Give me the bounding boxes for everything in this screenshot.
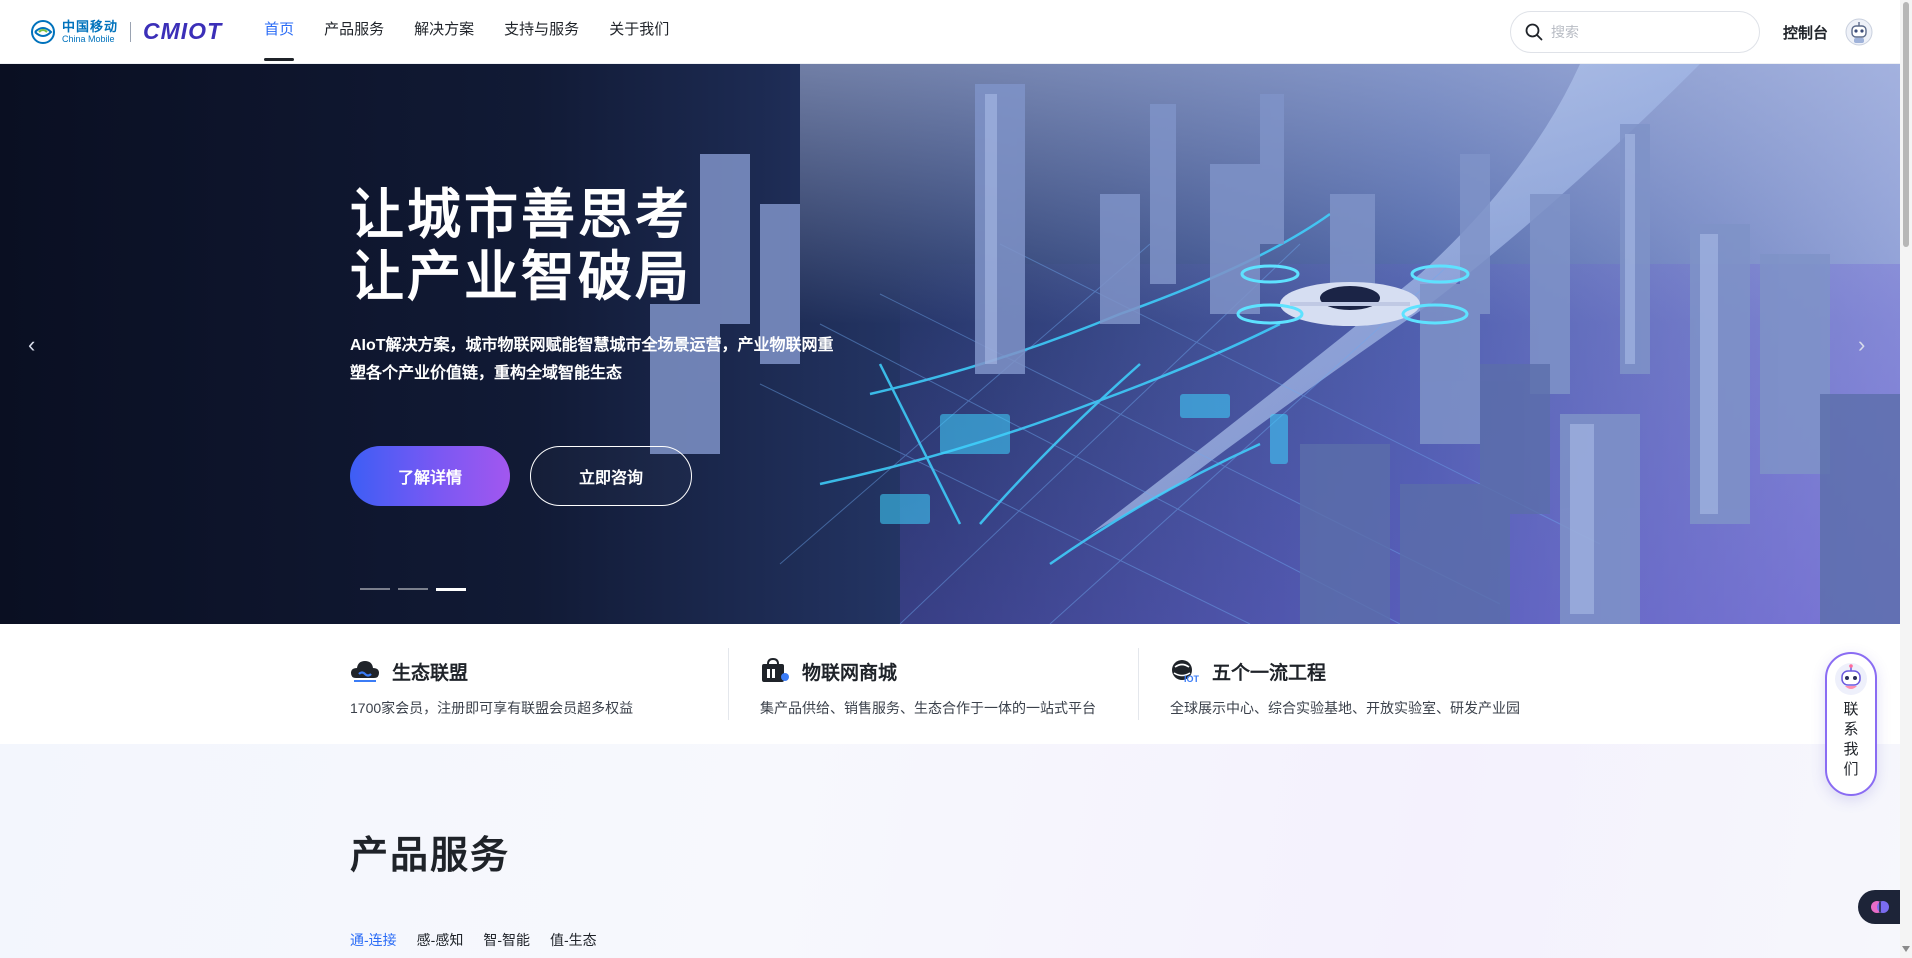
product-services-section: 产品服务 通-连接 感-感知 智-智能 值-生态 [0,744,1900,958]
brand-en: China Mobile [62,33,115,44]
product-tabs: 通-连接 感-感知 智-智能 值-生态 [350,930,617,950]
carousel-next-icon[interactable]: › [1858,332,1865,358]
search-box[interactable] [1510,11,1760,53]
scroll-down-icon[interactable] [1902,946,1910,954]
svg-text:IOT: IOT [1184,674,1200,684]
feature-ecosystem[interactable]: 生态联盟 1700家会员，注册即可享有联盟会员超多权益 [350,656,633,718]
top-header: 中国移动 China Mobile CMIOT 首页 产品服务 解决方案 支持与… [0,0,1900,64]
console-link[interactable]: 控制台 [1783,22,1828,43]
feature-desc: 全球展示中心、综合实验基地、开放实验室、研发产业园 [1170,700,1520,716]
shopping-bag-icon [762,658,789,682]
contact-us-label: 联系我们 [1843,701,1859,778]
feature-five-projects[interactable]: IOT 五个一流工程 全球展示中心、综合实验基地、开放实验室、研发产业园 [1170,656,1520,718]
divider [728,648,729,720]
china-mobile-wordmark: 中国移动 China Mobile [62,20,118,44]
banner-description: AIoT解决方案，城市物联网赋能智慧城市全场景运营，产业物联网重塑各个产业价值链… [350,337,834,382]
main-nav: 首页 产品服务 解决方案 支持与服务 关于我们 [264,0,699,64]
hero-banner: 让城市善思考 让产业智破局 AIoT解决方案，城市物联网赋能智慧城市全场景运营，… [0,64,1900,624]
tab-ecosystem[interactable]: 值-生态 [550,930,597,950]
ai-assistant-button[interactable] [1858,890,1902,924]
smart-city-illustration [0,64,1900,624]
scrollbar-thumb[interactable] [1903,2,1909,247]
cmiot-logo: CMIOT [143,18,223,44]
feature-strip: 生态联盟 1700家会员，注册即可享有联盟会员超多权益 物联网商城 集产品供给、… [0,624,1900,744]
carousel-indicators [360,588,474,591]
nav-support[interactable]: 支持与服务 [504,0,579,64]
tab-intelligence[interactable]: 智-智能 [483,930,530,950]
search-icon [1525,23,1543,41]
carousel-prev-icon[interactable]: ‹ [28,332,35,358]
nav-products[interactable]: 产品服务 [324,0,384,64]
feature-title: 生态联盟 [392,662,469,684]
page: 中国移动 China Mobile CMIOT 首页 产品服务 解决方案 支持与… [0,0,1912,958]
brain-icon [1871,901,1889,913]
banner-title: 让城市善思考 让产业智破局 [350,184,692,308]
search-input[interactable] [1551,24,1741,40]
section-title: 产品服务 [350,835,511,877]
carousel-dot-1[interactable] [360,588,390,590]
logo[interactable]: 中国移动 China Mobile CMIOT [30,0,222,64]
nav-home[interactable]: 首页 [264,0,295,64]
page-scrollbar[interactable] [1900,0,1912,958]
feature-title: 物联网商城 [802,662,898,684]
feature-desc: 集产品供给、销售服务、生态合作于一体的一站式平台 [760,700,1096,716]
feature-mall[interactable]: 物联网商城 集产品供给、销售服务、生态合作于一体的一站式平台 [760,656,1096,718]
banner-title-line-1: 让城市善思考 [350,185,692,245]
robot-mascot-icon [1835,663,1867,695]
iot-globe-icon: IOT [1172,660,1200,684]
robot-avatar-icon[interactable] [1845,18,1873,46]
divider [1138,648,1139,720]
consult-now-button[interactable]: 立即咨询 [530,446,692,506]
tab-sense[interactable]: 感-感知 [417,930,464,950]
feature-title: 五个一流工程 [1212,662,1327,684]
feature-desc: 1700家会员，注册即可享有联盟会员超多权益 [350,700,634,716]
brand-cn: 中国移动 [62,18,119,34]
tab-connect[interactable]: 通-连接 [350,930,397,950]
carousel-dot-3[interactable] [436,588,466,591]
cloud-handshake-icon [351,661,379,682]
learn-more-button[interactable]: 了解详情 [350,446,510,506]
contact-us-float[interactable]: 联系我们 [1825,652,1877,796]
banner-title-line-2: 让产业智破局 [350,247,692,307]
china-mobile-logo-icon [31,19,55,44]
nav-solutions[interactable]: 解决方案 [414,0,474,64]
nav-about[interactable]: 关于我们 [609,0,669,64]
logo-divider [130,21,132,42]
carousel-dot-2[interactable] [398,588,428,590]
